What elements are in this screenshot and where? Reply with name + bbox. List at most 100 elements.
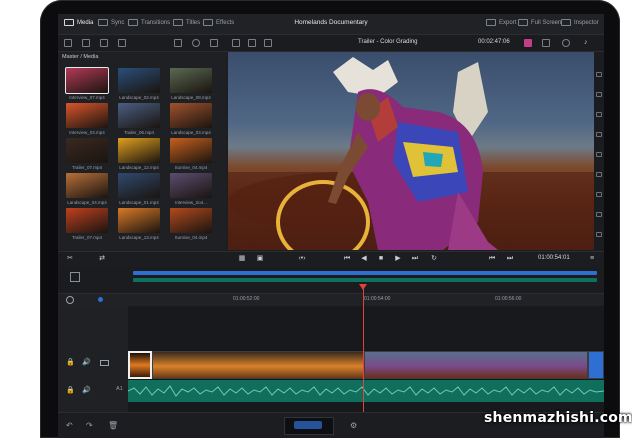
fullscreen-icon: [518, 19, 528, 26]
inspector-label: Inspector: [574, 19, 599, 26]
reverse-play-icon[interactable]: ◀: [360, 255, 368, 263]
tab-titles[interactable]: Titles: [173, 19, 200, 26]
tab-transitions[interactable]: Transitions: [128, 19, 170, 26]
audio-track-label: A1: [116, 386, 123, 392]
track-headers: 🔒 🔊 🔒 🔊 A1: [58, 306, 129, 412]
sort-icon[interactable]: [210, 39, 218, 47]
rail-tool-1-icon[interactable]: [596, 72, 602, 77]
media-thumbnail[interactable]: [170, 208, 212, 233]
safe-area-icon[interactable]: [248, 39, 256, 47]
export-button[interactable]: Export: [486, 19, 516, 26]
media-thumbnail[interactable]: [170, 138, 212, 163]
next-clip-icon[interactable]: ⏭: [506, 255, 514, 263]
play-icon[interactable]: ▶: [394, 255, 402, 263]
tab-effects[interactable]: Effects: [203, 19, 234, 26]
rail-tool-5-icon[interactable]: [596, 152, 602, 157]
media-thumbnail[interactable]: [66, 173, 108, 198]
rail-tool-4-icon[interactable]: [596, 132, 602, 137]
filmstrip-icon[interactable]: [264, 39, 272, 47]
dancer-image: [228, 57, 594, 250]
import-icon[interactable]: [82, 39, 90, 47]
rail-tool-6-icon[interactable]: [596, 172, 602, 177]
video-track[interactable]: [128, 350, 604, 380]
media-thumbnail[interactable]: [65, 67, 109, 94]
media-thumbnail[interactable]: [118, 138, 160, 163]
media-thumbnail[interactable]: [118, 173, 160, 198]
fullscreen-button[interactable]: Full Screen: [518, 19, 561, 26]
jog-control[interactable]: ‹•›: [298, 255, 306, 263]
link-icon[interactable]: [118, 39, 126, 47]
media-thumbnail[interactable]: [118, 208, 160, 233]
effects-icon: [203, 19, 213, 26]
video-clip[interactable]: [152, 351, 364, 379]
rail-tool-8-icon[interactable]: [596, 212, 602, 217]
viewer-image: [228, 52, 594, 250]
snap-icon[interactable]: [66, 296, 74, 304]
edit-page-icon[interactable]: [294, 421, 322, 429]
media-thumbnail[interactable]: [118, 103, 160, 128]
grid-view-icon[interactable]: [174, 39, 182, 47]
rail-tool-3-icon[interactable]: [596, 112, 602, 117]
media-thumbnail[interactable]: [118, 68, 160, 93]
video-toggle-icon[interactable]: [100, 360, 109, 366]
media-thumbnail-label: Sunrise_04.mp4: [174, 235, 208, 240]
video-clip[interactable]: [588, 351, 604, 379]
tab-sync[interactable]: Sync: [98, 19, 124, 26]
media-thumbnail[interactable]: [170, 103, 212, 128]
media-thumbnail-label: Interview_03.mp4: [69, 130, 105, 135]
insert-clip-icon[interactable]: ▦: [238, 255, 246, 263]
stop-icon[interactable]: ■: [377, 255, 385, 263]
undo-icon[interactable]: ↶: [66, 421, 73, 430]
media-thumbnail[interactable]: [170, 173, 212, 198]
lock-icon[interactable]: 🔒: [66, 386, 75, 394]
go-to-end-icon[interactable]: ⏭: [411, 255, 419, 263]
top-bar: Media Sync Transitions Titles Effects Ho…: [58, 14, 604, 35]
media-thumbnail[interactable]: [66, 208, 108, 233]
tab-media[interactable]: Media: [64, 19, 93, 26]
loop-icon[interactable]: ↻: [430, 255, 438, 263]
video-clip[interactable]: [128, 351, 152, 379]
sync-clips-icon[interactable]: [100, 39, 108, 47]
media-thumbnail[interactable]: [170, 68, 212, 93]
overwrite-clip-icon[interactable]: ▣: [256, 255, 264, 263]
settings-icon[interactable]: ⚙: [350, 421, 357, 430]
audio-monitor-icon[interactable]: 🔊: [82, 358, 91, 366]
fullscreen-label: Full Screen: [531, 19, 562, 26]
go-to-start-icon[interactable]: ⏮: [343, 255, 351, 263]
inspector-button[interactable]: Inspector: [561, 19, 599, 26]
search-icon[interactable]: [192, 39, 200, 47]
prev-clip-icon[interactable]: ⏮: [488, 255, 496, 263]
export-label: Export: [499, 19, 517, 26]
video-clip[interactable]: [364, 351, 588, 379]
ruler-label: 01:00:56:00: [495, 296, 522, 302]
panel-toggle-icon[interactable]: [64, 39, 72, 47]
delete-icon[interactable]: 🗑: [108, 421, 118, 430]
redo-icon[interactable]: ↷: [86, 421, 93, 430]
color-wheel-icon[interactable]: [524, 39, 532, 47]
overview-timeline[interactable]: [58, 266, 604, 292]
playhead[interactable]: [363, 286, 364, 412]
media-thumbnail-label: Landscape_04.mp4: [67, 200, 107, 205]
audio-waveform: [127, 385, 604, 397]
source-timecode: 00:02:47:06: [478, 39, 510, 45]
audio-monitor-icon[interactable]: 🔊: [82, 386, 91, 394]
volume-icon[interactable]: ♪: [584, 39, 592, 47]
menu-icon[interactable]: ≡: [588, 255, 596, 263]
audio-track[interactable]: [127, 380, 604, 402]
rail-tool-9-icon[interactable]: [596, 232, 602, 237]
scissors-icon[interactable]: ✂: [66, 255, 74, 263]
color-picker-icon[interactable]: [562, 39, 570, 47]
inspector-icon: [561, 19, 571, 26]
viewer-mode-icon[interactable]: [232, 39, 240, 47]
media-thumbnail-label: Interview_07.mp4: [69, 95, 105, 100]
media-thumbnail[interactable]: [66, 138, 108, 163]
lock-icon[interactable]: 🔒: [66, 358, 75, 366]
rail-tool-7-icon[interactable]: [596, 192, 602, 197]
media-thumbnail[interactable]: [66, 103, 108, 128]
overview-tool-icon[interactable]: [70, 272, 80, 282]
timeline-ruler[interactable]: 01:00:52:00 01:00:54:00 01:00:56:00: [58, 293, 604, 307]
trim-icon[interactable]: ⇄: [98, 255, 106, 263]
position-lock-icon[interactable]: [98, 297, 103, 302]
rail-tool-2-icon[interactable]: [596, 92, 602, 97]
cross-tool-icon[interactable]: [542, 39, 550, 47]
